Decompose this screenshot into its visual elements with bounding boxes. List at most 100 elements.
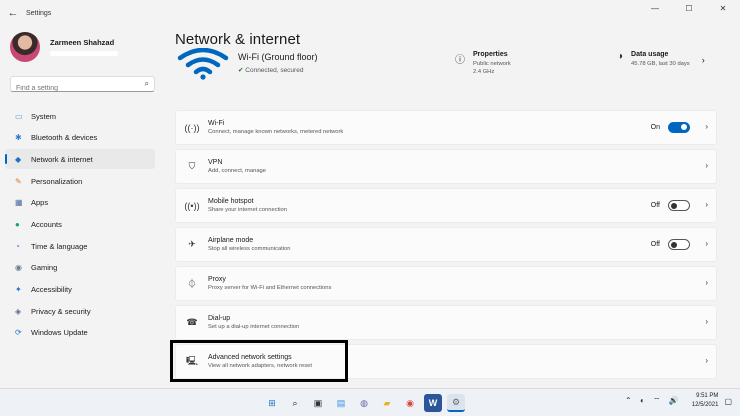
toggle-state-label: On [650, 124, 660, 131]
connection-status-text: Connected, secured [245, 67, 304, 74]
sidebar-item-label: Network & internet [31, 154, 93, 164]
toggle-switch[interactable] [668, 239, 690, 250]
toggle-control: Off [651, 200, 690, 211]
setting-title: Advanced network settings [208, 354, 292, 361]
sidebar-item-apps[interactable]: ▦ Apps [5, 193, 155, 213]
start-icon[interactable]: ⊞ [263, 394, 281, 412]
setting-title: Airplane mode [208, 237, 254, 244]
setting-card-mobile-hotspot[interactable]: ((•)) Mobile hotspot Share your internet c… [175, 188, 717, 223]
task-view-icon[interactable]: ▣ [309, 394, 327, 412]
window-controls: — ☐ ✕ [638, 0, 740, 20]
setting-card-advanced-network-settings[interactable]: 🖳 Advanced network settings View all netwo… [175, 344, 717, 379]
connection-name: Wi-Fi (Ground floor) [238, 52, 318, 62]
settings-icon[interactable]: ⚙ [447, 394, 465, 412]
search-icon[interactable]: ⌕ [286, 394, 304, 412]
sidebar-icon: ● [15, 219, 20, 229]
setting-title: Wi-Fi [208, 120, 225, 127]
sidebar-item-windows-update[interactable]: ⟳ Windows Update [5, 323, 155, 343]
setting-icon: ✈ [188, 239, 196, 249]
system-tray: ⌃ ◐ ⌔ 🔊 9:51 PM 12/5/2021 ▢ [625, 392, 732, 410]
widgets-icon[interactable]: ▤ [332, 394, 350, 412]
page-title: Network & internet [175, 31, 301, 48]
user-profile[interactable]: Zarmeen Shahzad [0, 26, 165, 68]
sidebar-item-system[interactable]: ▭ System [5, 106, 155, 126]
maximize-icon[interactable]: ☐ [672, 0, 706, 20]
setting-card-proxy[interactable]: ⏀ Proxy Proxy server for Wi-Fi and Etherne… [175, 266, 717, 301]
clock-time: 9:51 PM [696, 393, 719, 399]
setting-description: Proxy server for Wi-Fi and Ethernet conn… [208, 285, 332, 291]
tray-icons[interactable]: ⌃ ◐ ⌔ 🔊 [625, 396, 682, 406]
sidebar-item-gaming[interactable]: ◉ Gaming [5, 258, 155, 278]
sidebar-icon: ✦ [15, 285, 22, 294]
connection-status: ✔ Connected, secured [238, 66, 303, 74]
toggle-switch[interactable] [668, 122, 690, 133]
sidebar-item-label: Gaming [31, 263, 58, 273]
sidebar-item-label: Personalization [31, 176, 83, 186]
title-bar: ← Settings — ☐ ✕ [0, 0, 740, 26]
connection-summary: Wi-Fi (Ground floor) ✔ Connected, secure… [175, 48, 717, 96]
sidebar-item-label: Apps [31, 198, 49, 208]
teams-chat-icon[interactable]: ◍ [355, 394, 373, 412]
data-usage-title: Data usage [631, 51, 669, 58]
sidebar-item-accounts[interactable]: ● Accounts [5, 214, 155, 234]
file-explorer-icon[interactable]: ▰ [378, 394, 396, 412]
setting-card-dial-up[interactable]: ☎ Dial-up Set up a dial-up internet connec… [175, 305, 717, 340]
app-title: Settings [26, 9, 52, 17]
chevron-right-icon: › [705, 161, 708, 170]
sidebar-item-personalization[interactable]: ✎ Personalization [5, 171, 155, 191]
setting-description: Stop all wireless communication [208, 246, 291, 252]
toggle-knob [671, 202, 677, 209]
sidebar-icon: ✎ [15, 176, 22, 186]
minimize-icon[interactable]: — [638, 0, 672, 20]
sidebar-item-accessibility[interactable]: ✦ Accessibility [5, 280, 155, 300]
properties-button[interactable]: ⓘ Properties Public network 2.4 GHz [455, 51, 511, 76]
sidebar-icon: ◆ [15, 154, 22, 164]
notification-icon[interactable]: ▢ [724, 397, 732, 406]
sidebar-icon: ◔ [15, 241, 20, 251]
chevron-right-icon: › [701, 55, 705, 65]
setting-title: Proxy [208, 276, 226, 283]
setting-description: Share your internet connection [208, 207, 287, 213]
sidebar-item-label: Windows Update [31, 328, 88, 338]
toggle-state-label: Off [650, 241, 660, 248]
sidebar-item-bluetooth-devices[interactable]: ✱ Bluetooth & devices [5, 128, 155, 148]
chevron-right-icon: › [705, 200, 708, 209]
sidebar-item-label: Accounts [31, 219, 62, 229]
data-usage-button[interactable]: ◑ Data usage 45.78 GB, last 30 days › [617, 51, 705, 68]
setting-card-vpn[interactable]: ⛉ VPN Add, connect, manage › [175, 149, 717, 184]
setting-title: Mobile hotspot [208, 198, 254, 205]
sidebar-item-label: Bluetooth & devices [31, 133, 98, 143]
close-icon[interactable]: ✕ [706, 0, 740, 20]
setting-description: Connect, manage known networks, metered … [208, 129, 344, 135]
chrome-icon[interactable]: ◉ [401, 394, 419, 412]
setting-card-wi-fi[interactable]: ((·)) Wi-Fi Connect, manage known networks… [175, 110, 717, 145]
setting-icon: ((·)) [184, 122, 200, 133]
word-icon[interactable]: W [424, 394, 442, 412]
setting-icon: 🖳 [185, 355, 198, 366]
toggle-knob [681, 124, 687, 130]
wifi-large-icon [177, 48, 229, 80]
search-input[interactable] [11, 81, 131, 96]
search-box[interactable]: ⌕ [10, 76, 155, 96]
taskbar-apps: ⊞ ⌕ ▣ ▤ ◍ ▰ ◉ W ⚙ [263, 394, 465, 412]
properties-title: Properties [473, 51, 508, 58]
sidebar-item-label: Time & language [31, 241, 88, 251]
sidebar-item-label: System [31, 111, 57, 121]
setting-icon: ⛉ [188, 161, 196, 171]
toggle-knob [671, 241, 677, 248]
chevron-right-icon: › [705, 317, 708, 326]
chevron-right-icon: › [705, 122, 708, 131]
back-arrow-icon[interactable]: ← [0, 7, 26, 19]
clock[interactable]: 9:51 PM 12/5/2021 [692, 392, 719, 410]
sidebar-item-network-internet[interactable]: ◆ Network & internet [5, 149, 155, 170]
search-icon[interactable]: ⌕ [145, 79, 149, 89]
setting-card-airplane-mode[interactable]: ✈ Airplane mode Stop all wireless communic… [175, 227, 717, 262]
profile-name: Zarmeen Shahzad [50, 38, 115, 47]
sidebar-item-privacy-security[interactable]: ◈ Privacy & security [5, 301, 155, 321]
toggle-switch[interactable] [668, 200, 690, 211]
toggle-control: On [651, 122, 690, 133]
sidebar-item-time-language[interactable]: ◔ Time & language [5, 236, 155, 256]
chevron-right-icon: › [705, 278, 708, 287]
info-icon: ⓘ [455, 55, 465, 66]
main-content: Network & internet Wi-Fi (Ground floor) … [175, 26, 717, 379]
